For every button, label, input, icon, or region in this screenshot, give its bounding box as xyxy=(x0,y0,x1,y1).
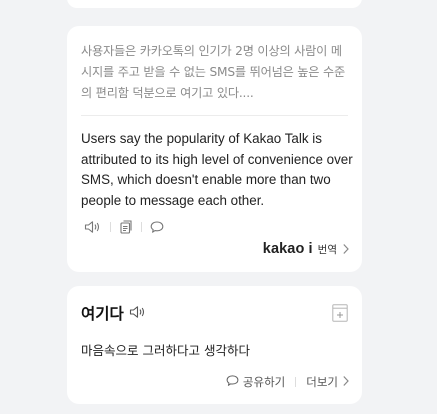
add-to-wordbook-icon[interactable] xyxy=(332,304,348,326)
pronunciation-speaker-icon[interactable] xyxy=(129,304,147,323)
dictionary-actions: 공유하기 더보기 xyxy=(226,374,350,390)
kakao-i-logo: kakao i xyxy=(262,241,313,257)
share-button[interactable]: 공유하기 xyxy=(226,374,285,390)
share-label: 공유하기 xyxy=(242,375,286,389)
translation-card: 사용자들은 카카오톡의 인기가 2명 이상의 사람이 메시지를 주고 받을 수 … xyxy=(67,26,362,272)
action-separator xyxy=(295,377,297,387)
word-header: 여기다 xyxy=(81,302,147,324)
translated-text: Users say the popularity of Kakao Talk i… xyxy=(81,131,353,208)
source-text: 사용자들은 카카오톡의 인기가 2명 이상의 사람이 메시지를 주고 받을 수 … xyxy=(81,44,346,100)
translate-label: 번역 xyxy=(317,243,337,256)
divider xyxy=(81,115,348,116)
more-button[interactable]: 더보기 xyxy=(306,374,350,390)
more-label: 더보기 xyxy=(306,375,338,389)
tool-separator xyxy=(110,222,111,232)
kakao-i-translate-link[interactable]: kakao i 번역 xyxy=(263,239,350,259)
translation-tools xyxy=(84,219,164,235)
previous-card xyxy=(67,0,362,8)
dictionary-word[interactable]: 여기다 xyxy=(81,302,124,324)
comment-icon[interactable] xyxy=(150,220,164,234)
tool-separator xyxy=(141,222,142,232)
page: 사용자들은 카카오톡의 인기가 2명 이상의 사람이 메시지를 주고 받을 수 … xyxy=(0,0,437,414)
copy-icon[interactable] xyxy=(119,220,133,234)
dictionary-card: 여기다 마음속으로 그러하다고 생각하다 공유하기 더보기 xyxy=(67,286,362,404)
chevron-right-icon xyxy=(342,240,350,259)
comment-icon xyxy=(226,374,239,390)
word-meaning: 마음속으로 그러하다고 생각하다 xyxy=(81,343,250,358)
speaker-icon[interactable] xyxy=(84,220,102,234)
chevron-right-icon xyxy=(342,375,350,390)
